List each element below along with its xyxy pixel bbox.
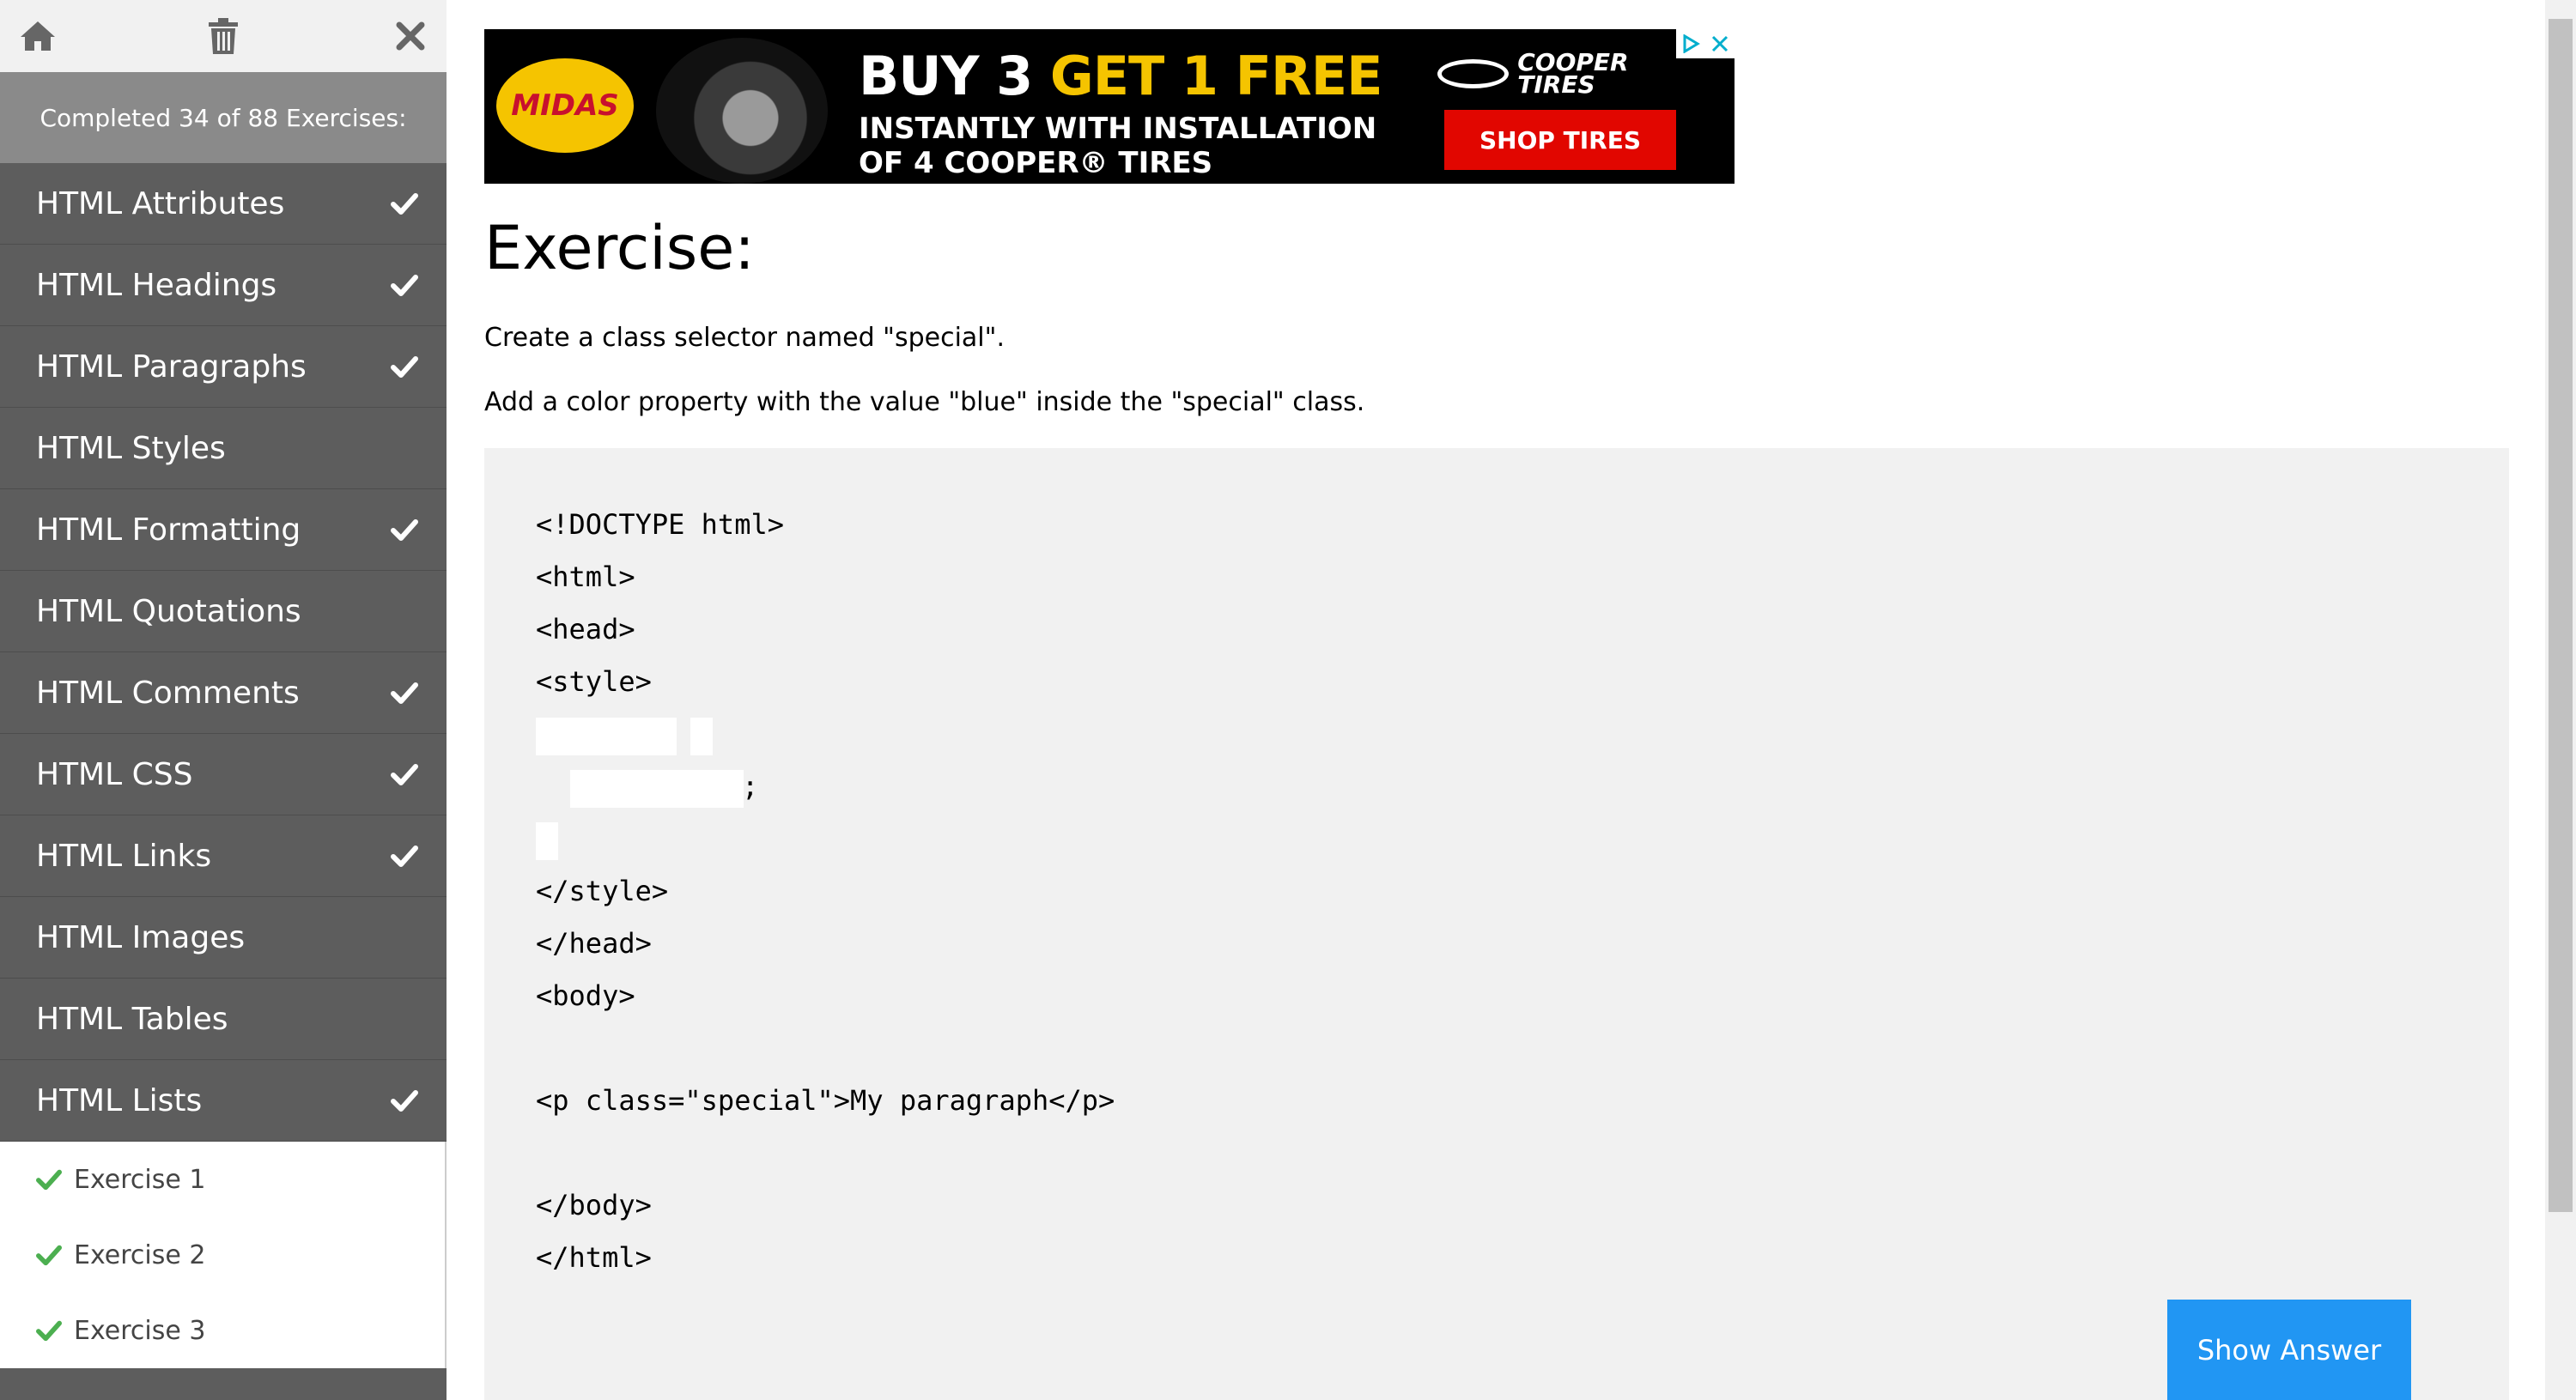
code-editor: <!DOCTYPE html> <html> <head> <style> ; … [484, 448, 2509, 1400]
sidebar-item-label: HTML Lists [36, 1082, 203, 1118]
sidebar-item[interactable]: HTML Links [0, 815, 447, 897]
main-content: MIDAS BUY 3 GET 1 FREE INSTANTLY WITH IN… [484, 0, 2511, 1400]
ad-banner[interactable]: MIDAS BUY 3 GET 1 FREE INSTANTLY WITH IN… [484, 29, 1735, 184]
exercise-instruction-1: Create a class selector named "special". [484, 323, 1005, 353]
show-answer-button[interactable]: Show Answer [2167, 1300, 2411, 1400]
checkmark-icon [390, 352, 419, 381]
page: Completed 34 of 88 Exercises: HTML Attri… [0, 0, 2576, 1400]
sidebar-item-label: HTML Images [36, 919, 246, 955]
home-icon[interactable] [14, 12, 62, 60]
scrollbar-thumb[interactable] [2549, 19, 2573, 1212]
ad-logo-text: MIDAS [511, 88, 619, 123]
code-line-body-open: <body> [536, 979, 635, 1012]
adchoices-icon[interactable] [1676, 29, 1705, 58]
code-line-html-close: </html> [536, 1241, 652, 1274]
checkmark-icon [390, 1086, 419, 1115]
ad-logo: MIDAS [496, 58, 634, 153]
close-brace-input[interactable] [536, 822, 558, 860]
exercise-sidebar: Completed 34 of 88 Exercises: HTML Attri… [0, 0, 447, 1400]
exercise-list-item[interactable]: Exercise 2 [0, 1217, 445, 1293]
sidebar-item-label: HTML CSS [36, 756, 193, 792]
sidebar-item[interactable]: HTML Quotations [0, 571, 447, 652]
sidebar-item[interactable]: HTML CSS [0, 734, 447, 815]
sidebar-item[interactable]: HTML Paragraphs [0, 326, 447, 408]
checkmark-icon [36, 1241, 64, 1269]
checkmark-icon [36, 1166, 64, 1193]
page-scrollbar[interactable] [2545, 0, 2576, 1400]
sidebar-items: HTML Attributes HTML Headings HTML Paragra… [0, 163, 447, 1142]
code-line-style-close: </style> [536, 875, 669, 907]
sidebar-item[interactable]: HTML Headings [0, 245, 447, 326]
sidebar-item-label: HTML Paragraphs [36, 348, 307, 385]
code-line-doctype: <!DOCTYPE html> [536, 508, 784, 541]
sidebar-toolbar [0, 0, 447, 72]
exercise-list-item-label: Exercise 1 [74, 1164, 206, 1195]
checkmark-icon [390, 189, 419, 218]
ad-badges [1676, 29, 1735, 58]
sidebar-item[interactable]: HTML Formatting [0, 489, 447, 571]
ad-headline-yellow: GET 1 FREE [1049, 45, 1383, 107]
exercise-list-item-label: Exercise 2 [74, 1239, 206, 1270]
ad-brand-text: COOPER TIRES [1517, 48, 1629, 99]
code-line-head-close: </head> [536, 927, 652, 960]
progress-text: Completed 34 of 88 Exercises: [39, 103, 407, 132]
sidebar-item-label: HTML Tables [36, 1001, 228, 1037]
checkmark-icon [390, 678, 419, 707]
sidebar-item-label: HTML Links [36, 838, 212, 874]
brand-swoosh-icon [1437, 59, 1510, 88]
checkmark-icon [36, 1317, 64, 1344]
sidebar-item-label: HTML Formatting [36, 512, 301, 548]
ad-brand: COOPER TIRES [1437, 48, 1678, 100]
sidebar-subitems: Exercise 1 Exercise 2 Exercise 3 [0, 1142, 447, 1368]
code-semicolon: ; [742, 770, 759, 803]
selector-input[interactable] [536, 718, 677, 755]
code-line-html-open: <html> [536, 561, 635, 593]
exercise-instruction-2: Add a color property with the value "blu… [484, 387, 1365, 417]
sidebar-item[interactable]: HTML Attributes [0, 163, 447, 245]
progress-summary: Completed 34 of 88 Exercises: [0, 72, 447, 163]
sidebar-item-label: HTML Comments [36, 675, 300, 711]
exercise-title: Exercise: [484, 213, 755, 283]
checkmark-icon [390, 270, 419, 300]
sidebar-item-label: HTML Styles [36, 430, 226, 466]
close-icon[interactable] [386, 12, 434, 60]
open-brace-input[interactable] [690, 718, 713, 755]
ad-subline-2: OF 4 COOPER® TIRES [859, 146, 1213, 180]
checkmark-icon [390, 760, 419, 789]
sidebar-item-label: HTML Headings [36, 267, 277, 303]
code-line-paragraph: <p class="special">My paragraph</p> [536, 1084, 1115, 1117]
sidebar-item[interactable]: HTML Comments [0, 652, 447, 734]
sidebar-item-label: HTML Quotations [36, 593, 301, 629]
sidebar-item[interactable]: HTML Tables [0, 979, 447, 1060]
ad-headline: BUY 3 GET 1 FREE [859, 45, 1382, 107]
ad-headline-white: BUY 3 [859, 45, 1050, 107]
ad-close-icon[interactable] [1705, 29, 1735, 58]
shop-tires-button[interactable]: SHOP TIRES [1444, 110, 1676, 170]
code-line-style-open: <style> [536, 665, 652, 698]
property-input[interactable] [570, 770, 744, 808]
sidebar-item-label: HTML Attributes [36, 185, 285, 221]
exercise-list-item[interactable]: Exercise 3 [0, 1293, 445, 1368]
tire-image [656, 38, 828, 184]
sidebar-item[interactable]: HTML Images [0, 897, 447, 979]
exercise-list-item-label: Exercise 3 [74, 1315, 206, 1346]
code-line-head-open: <head> [536, 613, 635, 645]
code-line-body-close: </body> [536, 1189, 652, 1221]
sidebar-item[interactable]: HTML Styles [0, 408, 447, 489]
ad-subline-1: INSTANTLY WITH INSTALLATION [859, 112, 1377, 146]
exercise-list-item[interactable]: Exercise 1 [0, 1142, 445, 1217]
checkmark-icon [390, 515, 419, 544]
checkmark-icon [390, 841, 419, 870]
trash-icon[interactable] [199, 12, 247, 60]
sidebar-item[interactable]: HTML Lists [0, 1060, 447, 1142]
